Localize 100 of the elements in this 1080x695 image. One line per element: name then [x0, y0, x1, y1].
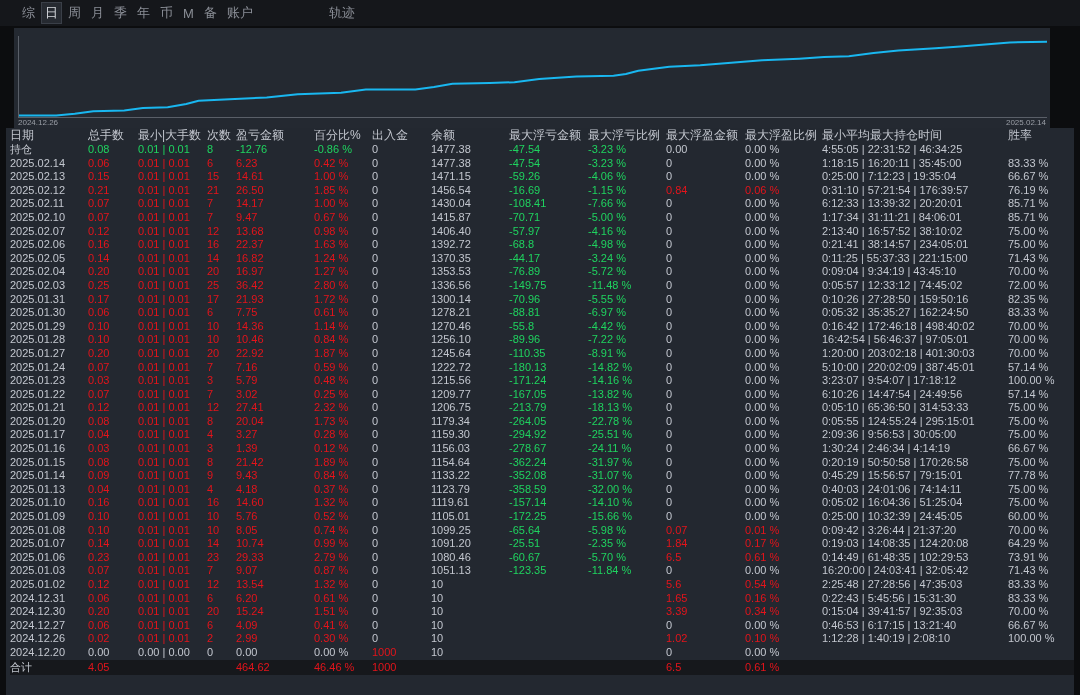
- hold-time-cell: 0:10:26 | 27:28:50 | 159:50:16: [822, 292, 969, 305]
- period-tab[interactable]: 币: [156, 2, 177, 24]
- date-cell: 2025.01.08: [10, 523, 66, 536]
- float-profit-cell: 0.00: [666, 143, 688, 155]
- percent-cell: 0.61 %: [314, 591, 349, 604]
- lot-range-cell: 0.01 | 0.01: [138, 156, 190, 169]
- deposit-cell: 0: [372, 578, 379, 590]
- float-loss-percent-cell: -8.91 %: [588, 346, 626, 359]
- deposit-cell: 0: [372, 224, 379, 237]
- percent-cell: 0.74 %: [314, 523, 349, 536]
- win-rate-cell: 72.00 %: [1008, 278, 1049, 291]
- balance-cell: 1209.77: [431, 387, 471, 400]
- deposit-cell: 0: [372, 319, 379, 332]
- lots-cell: 0.06: [88, 591, 110, 604]
- period-tab[interactable]: 周: [64, 2, 85, 24]
- profit-cell: 6.20: [236, 591, 258, 604]
- trades-cell: 25: [207, 278, 220, 291]
- lot-range-cell: 0.01 | 0.01: [138, 591, 190, 604]
- period-tab[interactable]: 综: [18, 2, 39, 24]
- profit-cell: 29.33: [236, 550, 264, 563]
- float-loss-cell: -57.97: [509, 224, 541, 237]
- percent-cell: 0.00 %: [314, 645, 349, 658]
- trades-cell: 20: [207, 346, 220, 359]
- deposit-cell: 0: [372, 143, 379, 155]
- date-cell: 2025.02.06: [10, 238, 66, 251]
- hold-time-cell: 0:05:55 | 124:55:24 | 295:15:01: [822, 414, 975, 427]
- period-tab[interactable]: 年: [133, 2, 154, 24]
- float-profit-cell: 0: [666, 510, 673, 523]
- profit-cell: 15.24: [236, 605, 264, 618]
- period-tab[interactable]: 账户: [222, 2, 257, 24]
- float-profit-cell: 3.39: [666, 605, 688, 618]
- trades-cell: 8: [207, 455, 214, 468]
- float-profit-cell: 0: [666, 346, 673, 359]
- win-rate-cell: 71.43 %: [1008, 251, 1049, 264]
- column-header: 最大浮亏比例: [588, 128, 661, 143]
- balance-cell: 1392.72: [431, 238, 471, 251]
- hold-time-cell: 0:05:32 | 35:35:27 | 162:24:50: [822, 306, 969, 319]
- balance-cell: 1154.64: [431, 455, 470, 468]
- float-profit-cell: 0: [666, 156, 673, 169]
- float-loss-percent-cell: -3.23 %: [588, 156, 626, 169]
- hold-time-cell: 1:30:24 | 2:46:34 | 4:14:19: [822, 442, 951, 455]
- float-profit-cell: 0: [666, 333, 673, 346]
- trades-cell: 23: [207, 550, 220, 563]
- float-profit-percent-cell: 0.00 %: [745, 265, 780, 278]
- trades-cell: 6: [207, 591, 214, 604]
- profit-cell: 22.92: [236, 346, 264, 359]
- deposit-cell: 0: [372, 197, 379, 210]
- float-profit-percent-cell: 0.06 %: [745, 183, 780, 196]
- float-profit-cell: 0: [666, 265, 673, 278]
- deposit-cell: 0: [372, 469, 379, 482]
- period-tab[interactable]: M: [179, 3, 198, 23]
- float-profit-percent-cell: 0.00 %: [745, 496, 780, 509]
- float-loss-cell: -264.05: [509, 414, 547, 427]
- percent-cell: 1.89 %: [314, 455, 349, 468]
- balance-cell: 1456.54: [431, 183, 471, 196]
- lots-cell: 0.10: [88, 319, 110, 332]
- float-profit-percent-cell: 0.00 %: [745, 346, 780, 359]
- period-tab[interactable]: 月: [87, 2, 108, 24]
- hold-time-cell: 0:09:42 | 3:26:44 | 21:37:20: [822, 523, 957, 536]
- date-cell: 2025.01.22: [10, 387, 66, 400]
- float-profit-cell: 0: [666, 618, 673, 631]
- percent-cell: 0.41 %: [314, 618, 349, 631]
- period-tab[interactable]: 日: [41, 2, 62, 24]
- lots-cell: 0.07: [88, 197, 110, 210]
- deposit-cell: 0: [372, 537, 379, 550]
- deposit-cell: 0: [372, 346, 379, 359]
- lots-cell: 0.07: [88, 564, 110, 577]
- date-cell: 2025.02.14: [10, 156, 66, 169]
- float-profit-percent-cell: 0.00 %: [745, 333, 780, 346]
- deposit-cell: 0: [372, 265, 379, 278]
- hold-time-cell: 0:15:04 | 39:41:57 | 92:35:03: [822, 605, 963, 618]
- float-loss-percent-cell: -2.35 %: [588, 537, 626, 550]
- balance-cell: 1256.10: [431, 333, 471, 346]
- deposit-cell: 0: [372, 605, 379, 618]
- column-header: 最小|大手数: [138, 128, 203, 143]
- hold-time-cell: 4:55:05 | 22:31:52 | 46:34:25: [822, 143, 963, 155]
- float-profit-cell: 0: [666, 645, 673, 658]
- float-profit-cell: 0: [666, 401, 673, 414]
- percent-cell: 1.24 %: [314, 251, 349, 264]
- column-header: 最小平均最大持仓时间: [822, 128, 943, 143]
- float-profit-percent-cell: 0.61 %: [745, 550, 780, 563]
- period-tab[interactable]: 季: [110, 2, 131, 24]
- float-profit-percent-cell: 0.00 %: [745, 428, 780, 441]
- balance-cell: 1336.56: [431, 278, 471, 291]
- trades-cell: 12: [207, 224, 220, 237]
- float-profit-cell: 0: [666, 278, 673, 291]
- column-header: 最大浮亏金额: [509, 128, 582, 143]
- trades-cell: 8: [207, 143, 214, 155]
- lots-cell: 0.08: [88, 143, 110, 155]
- lots-cell: 0.07: [88, 210, 110, 223]
- hold-time-cell: 16:20:00 | 24:03:41 | 32:05:42: [822, 564, 969, 577]
- deposit-cell: 0: [372, 564, 379, 577]
- deposit-cell: 0: [372, 618, 379, 631]
- float-loss-percent-cell: -22.78 %: [588, 414, 633, 427]
- win-rate-cell: 75.00 %: [1008, 428, 1049, 441]
- float-profit-percent-cell: 0.00 %: [745, 401, 780, 414]
- lot-range-cell: 0.01 | 0.01: [138, 306, 190, 319]
- profit-cell: 22.37: [236, 238, 264, 251]
- period-tab[interactable]: 备: [199, 2, 221, 24]
- date-cell: 2024.12.30: [10, 605, 66, 618]
